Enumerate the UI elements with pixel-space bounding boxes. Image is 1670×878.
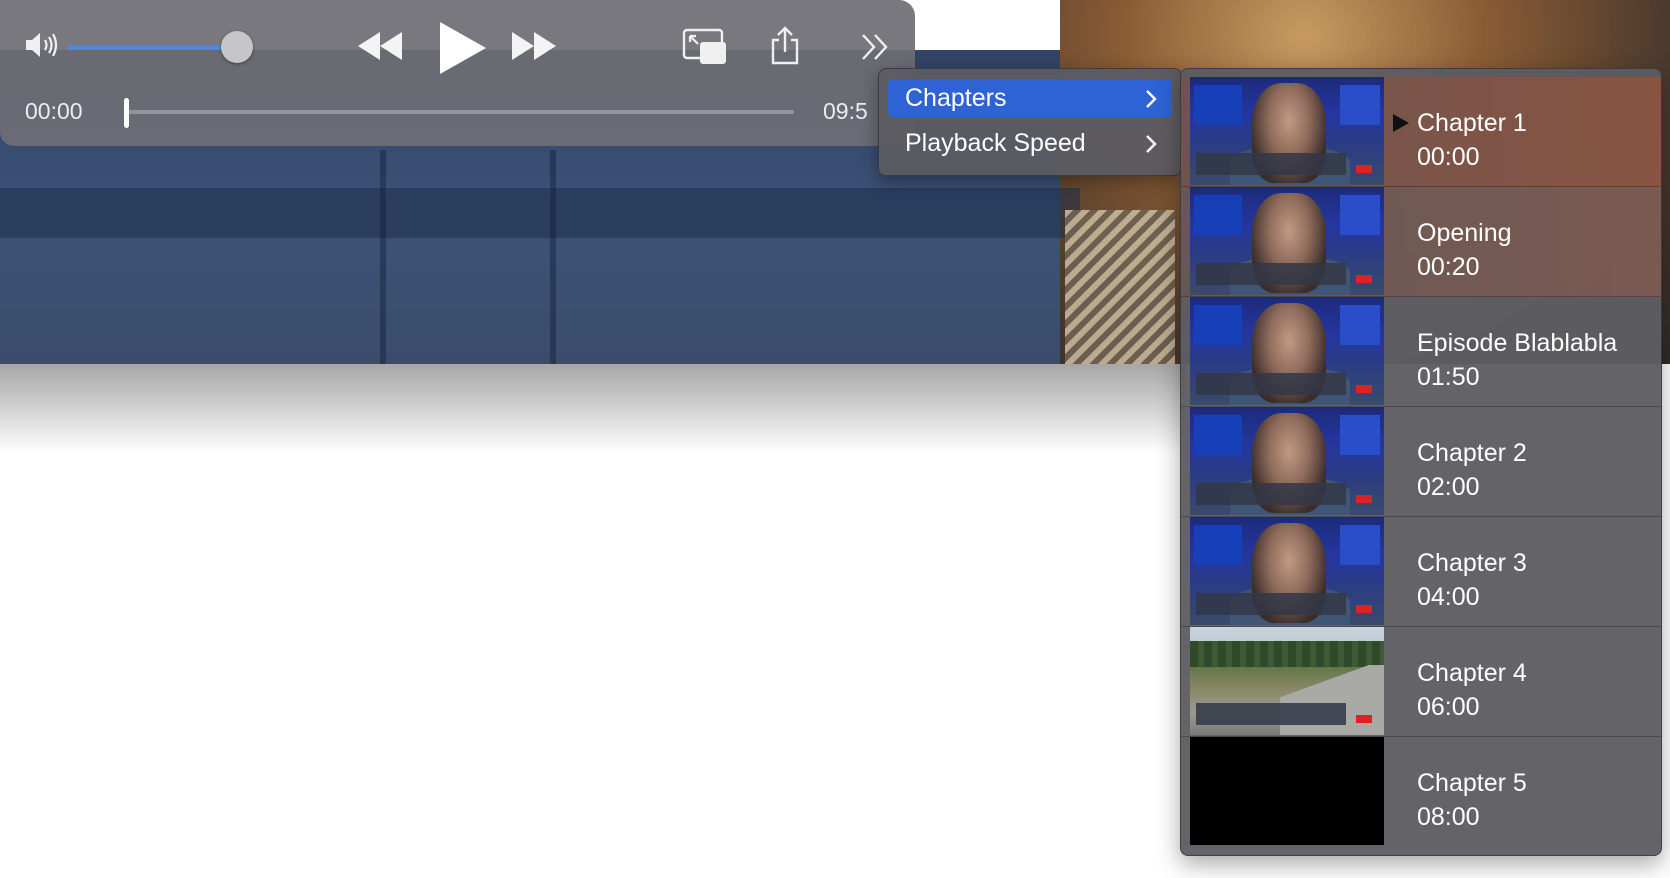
chapter-thumbnail	[1190, 187, 1384, 295]
menu-item-chapters[interactable]: Chapters	[888, 79, 1172, 117]
chapter-item[interactable]: Opening 00:20	[1181, 187, 1661, 297]
menu-item-label: Chapters	[905, 84, 1007, 112]
chapter-thumbnail	[1190, 517, 1384, 625]
menu-item-playback-speed[interactable]: Playback Speed	[888, 124, 1172, 162]
chapter-title: Episode Blablabla	[1417, 329, 1618, 357]
chapter-time: 04:00	[1417, 583, 1480, 611]
video-shadow	[0, 364, 1185, 454]
chapter-item[interactable]: Chapter 2 02:00	[1181, 407, 1661, 517]
chapter-item[interactable]: Chapter 1 00:00	[1181, 77, 1661, 187]
chapter-time: 02:00	[1417, 473, 1480, 501]
chevron-right-icon	[1146, 135, 1157, 153]
speaker-volume-icon[interactable]	[24, 30, 60, 60]
video-shirt-seam	[380, 150, 386, 364]
chapter-thumbnail	[1190, 297, 1384, 405]
chapter-item[interactable]: Chapter 3 04:00	[1181, 517, 1661, 627]
chapter-thumbnail	[1190, 627, 1384, 735]
volume-slider-fill	[68, 45, 238, 50]
chapter-title: Chapter 2	[1417, 439, 1527, 467]
current-time: 00:00	[25, 98, 83, 124]
chapter-item[interactable]: Chapter 4 06:00	[1181, 627, 1661, 737]
play-triangle-icon	[1393, 114, 1409, 132]
chapter-time: 08:00	[1417, 803, 1480, 831]
picture-in-picture-icon[interactable]	[682, 28, 728, 66]
chapter-thumbnail	[1190, 407, 1384, 515]
menu-item-label: Playback Speed	[905, 129, 1086, 157]
volume-slider-knob[interactable]	[221, 31, 254, 63]
timeline-playhead[interactable]	[124, 98, 129, 128]
chapter-item[interactable]: Chapter 5 08:00	[1181, 737, 1661, 847]
chapter-title: Chapter 3	[1417, 549, 1527, 577]
chapter-time: 00:20	[1417, 253, 1480, 281]
chapter-title: Chapter 5	[1417, 769, 1527, 797]
chapter-title: Chapter 4	[1417, 659, 1527, 687]
chapters-submenu: Chapter 1 00:00 Opening 00:20 Episode Blabla…	[1180, 68, 1662, 856]
chapter-time: 06:00	[1417, 693, 1480, 721]
video-shirt-seam	[550, 150, 556, 364]
timeline-scrubber[interactable]	[126, 110, 794, 114]
chapter-thumbnail	[1190, 77, 1384, 185]
chapter-time: 00:00	[1417, 143, 1480, 171]
duration-time: 09:5	[823, 98, 868, 124]
chapter-time: 01:50	[1417, 363, 1480, 391]
play-icon[interactable]	[436, 20, 488, 76]
share-icon[interactable]	[768, 26, 802, 66]
video-scarf	[1065, 210, 1175, 364]
chapter-thumbnail	[1190, 737, 1384, 845]
chapter-title: Opening	[1417, 219, 1512, 247]
playback-control-bar: 00:00 09:5	[0, 0, 915, 146]
fast-forward-icon[interactable]	[510, 30, 558, 62]
chapter-item[interactable]: Episode Blablabla 01:50	[1181, 297, 1661, 407]
more-chevrons-icon[interactable]	[860, 32, 892, 62]
chevron-right-icon	[1146, 90, 1157, 108]
options-menu: Chapters Playback Speed	[878, 68, 1182, 176]
chapter-title: Chapter 1	[1417, 109, 1527, 137]
video-shirt	[0, 188, 1080, 238]
rewind-icon[interactable]	[356, 30, 404, 62]
